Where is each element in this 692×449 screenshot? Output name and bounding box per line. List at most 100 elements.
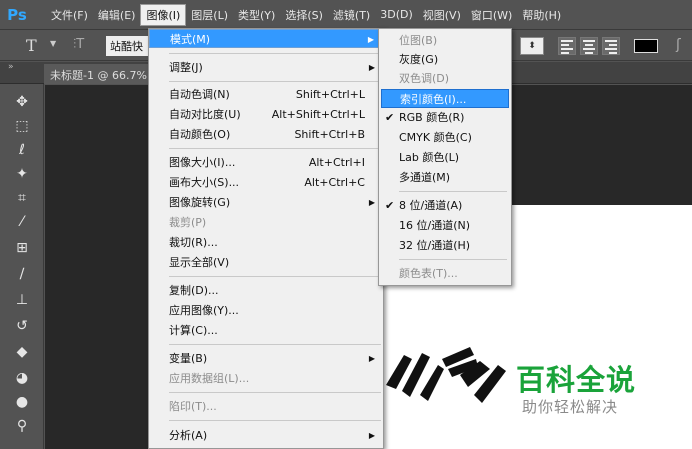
menu-file[interactable]: 文件(F)	[46, 4, 93, 26]
stamp-tool-icon[interactable]: ⊥	[12, 290, 32, 310]
text-orientation-icon[interactable]: ⫶T	[73, 37, 84, 52]
shortcut-label: Alt+Ctrl+C	[304, 176, 365, 189]
font-family-select[interactable]: 站酷快	[106, 36, 150, 56]
type-tool-icon[interactable]: T	[26, 36, 37, 55]
mode-lab-color[interactable]: Lab 颜色(L)	[381, 148, 509, 167]
menu-3d[interactable]: 3D(D)	[375, 4, 418, 26]
lasso-tool-icon[interactable]: ℓ	[12, 140, 32, 160]
text-color-swatch[interactable]	[634, 39, 658, 53]
photoshop-logo: Ps	[7, 5, 27, 24]
align-right-button[interactable]	[602, 37, 620, 55]
paint-bucket-tool-icon[interactable]: ◕	[12, 368, 32, 388]
mode-16-bit[interactable]: 16 位/通道(N)	[381, 216, 509, 235]
menu-edit[interactable]: 编辑(E)	[93, 4, 141, 26]
menu-trap: 陷印(T)...	[149, 397, 383, 416]
menu-variables[interactable]: 变量(B) ▶	[149, 349, 383, 368]
collapse-panel-icon[interactable]: »	[8, 62, 14, 72]
mode-32-bit-label: 32 位/通道(H)	[399, 239, 471, 252]
menu-duplicate-label: 复制(D)...	[169, 284, 219, 297]
tool-preset-arrow-icon[interactable]: ▼	[50, 39, 56, 48]
healing-brush-tool-icon[interactable]: ⊞	[12, 238, 32, 258]
checkmark-icon: ✔	[385, 111, 395, 124]
menu-duplicate[interactable]: 复制(D)...	[149, 281, 383, 300]
menu-image-size[interactable]: 图像大小(I)... Alt+Ctrl+I	[149, 153, 383, 172]
menu-layer[interactable]: 图层(L)	[186, 4, 233, 26]
mode-cmyk-color[interactable]: CMYK 颜色(C)	[381, 128, 509, 147]
menu-window[interactable]: 窗口(W)	[466, 4, 517, 26]
history-brush-tool-icon[interactable]: ↺	[12, 316, 32, 336]
menu-filter[interactable]: 滤镜(T)	[328, 4, 375, 26]
move-tool-icon[interactable]: ✥	[12, 92, 32, 112]
menu-image[interactable]: 图像(I)	[140, 3, 187, 26]
menu-adjustments[interactable]: 调整(J) ▶	[149, 58, 383, 77]
mode-multichannel[interactable]: 多通道(M)	[381, 168, 509, 187]
font-size-spinner[interactable]: ⬍	[520, 37, 544, 55]
menu-crop: 裁剪(P)	[149, 213, 383, 232]
menu-reveal-all-label: 显示全部(V)	[169, 256, 230, 269]
menu-separator	[169, 276, 381, 277]
menu-image-rotation[interactable]: 图像旋转(G) ▶	[149, 193, 383, 212]
mode-submenu: 位图(B) 灰度(G) 双色调(D) 索引颜色(I)... ✔ RGB 颜色(R)…	[378, 28, 512, 286]
eraser-tool-icon[interactable]: ◆	[12, 342, 32, 362]
mode-grayscale[interactable]: 灰度(G)	[381, 50, 509, 69]
menu-apply-data-set: 应用数据组(L)...	[149, 369, 383, 388]
menu-variables-label: 变量(B)	[169, 352, 208, 365]
menu-auto-contrast-label: 自动对比度(U)	[169, 108, 241, 121]
mode-color-table: 颜色表(T)...	[381, 264, 509, 283]
menu-adjustments-label: 调整(J)	[169, 61, 203, 74]
menu-image-size-label: 图像大小(I)...	[169, 156, 236, 169]
menu-help[interactable]: 帮助(H)	[517, 4, 566, 26]
crop-tool-icon[interactable]: ⌗	[12, 188, 32, 208]
menu-select[interactable]: 选择(S)	[280, 4, 328, 26]
shortcut-label: Shift+Ctrl+L	[295, 88, 365, 101]
menu-analysis[interactable]: 分析(A) ▶	[149, 426, 383, 445]
eyedropper-tool-icon[interactable]: ⁄	[12, 212, 32, 232]
mode-32-bit[interactable]: 32 位/通道(H)	[381, 236, 509, 255]
menu-type[interactable]: 类型(Y)	[233, 4, 280, 26]
align-left-button[interactable]	[558, 37, 576, 55]
menu-view[interactable]: 视图(V)	[418, 4, 466, 26]
mode-indexed-color[interactable]: 索引颜色(I)...	[381, 89, 509, 108]
mode-lab-color-label: Lab 颜色(L)	[399, 151, 460, 164]
menu-calculations[interactable]: 计算(C)...	[149, 321, 383, 340]
mode-duotone: 双色调(D)	[381, 69, 509, 88]
marquee-tool-icon[interactable]: ⬚	[12, 116, 32, 136]
shortcut-label: Alt+Shift+Ctrl+L	[271, 108, 365, 121]
align-center-button[interactable]	[580, 37, 598, 55]
menu-separator	[169, 392, 381, 393]
mode-8-bit[interactable]: ✔ 8 位/通道(A)	[381, 196, 509, 215]
mode-rgb-color-label: RGB 颜色(R)	[399, 111, 465, 124]
menu-canvas-size[interactable]: 画布大小(S)... Alt+Ctrl+C	[149, 173, 383, 192]
submenu-arrow-icon: ▶	[367, 35, 374, 44]
menu-bar: Ps 文件(F) 编辑(E) 图像(I) 图层(L) 类型(Y) 选择(S) 滤…	[0, 0, 692, 30]
mode-cmyk-color-label: CMYK 颜色(C)	[399, 131, 472, 144]
menu-reveal-all[interactable]: 显示全部(V)	[149, 253, 383, 272]
menu-apply-image[interactable]: 应用图像(Y)...	[149, 301, 383, 320]
document-tab[interactable]: 未标题-1 @ 66.7%	[44, 64, 154, 84]
submenu-separator	[399, 191, 507, 192]
watermark-subtitle: 助你轻松解决	[522, 398, 619, 416]
mode-grayscale-label: 灰度(G)	[399, 53, 439, 66]
brush-tool-icon[interactable]: ∕	[12, 264, 32, 284]
menu-auto-tone-label: 自动色调(N)	[169, 88, 230, 101]
menu-separator	[169, 420, 381, 421]
menu-analysis-label: 分析(A)	[169, 429, 208, 442]
mode-bitmap: 位图(B)	[381, 31, 509, 50]
menu-auto-color[interactable]: 自动颜色(O) Shift+Ctrl+B	[149, 125, 383, 144]
warp-text-icon[interactable]: ʃ	[676, 37, 681, 53]
menu-auto-tone[interactable]: 自动色调(N) Shift+Ctrl+L	[149, 85, 383, 104]
blur-tool-icon[interactable]: ●	[12, 392, 32, 412]
mode-rgb-color[interactable]: ✔ RGB 颜色(R)	[381, 108, 509, 127]
menu-mode-label: 模式(M)	[170, 33, 211, 46]
magic-wand-tool-icon[interactable]: ✦	[12, 164, 32, 184]
menu-mode[interactable]: 模式(M) ▶	[149, 29, 383, 48]
menu-apply-data-set-label: 应用数据组(L)...	[169, 372, 250, 385]
toolbox: ✥ ⬚ ℓ ✦ ⌗ ⁄ ⊞ ∕ ⊥ ↺ ◆ ◕ ● ⚲	[0, 84, 44, 449]
menu-crop-label: 裁剪(P)	[169, 216, 207, 229]
menu-auto-contrast[interactable]: 自动对比度(U) Alt+Shift+Ctrl+L	[149, 105, 383, 124]
menu-trim[interactable]: 裁切(R)...	[149, 233, 383, 252]
dodge-tool-icon[interactable]: ⚲	[12, 416, 32, 436]
menu-calculations-label: 计算(C)...	[169, 324, 218, 337]
menu-separator	[169, 344, 381, 345]
mode-duotone-label: 双色调(D)	[399, 72, 450, 85]
